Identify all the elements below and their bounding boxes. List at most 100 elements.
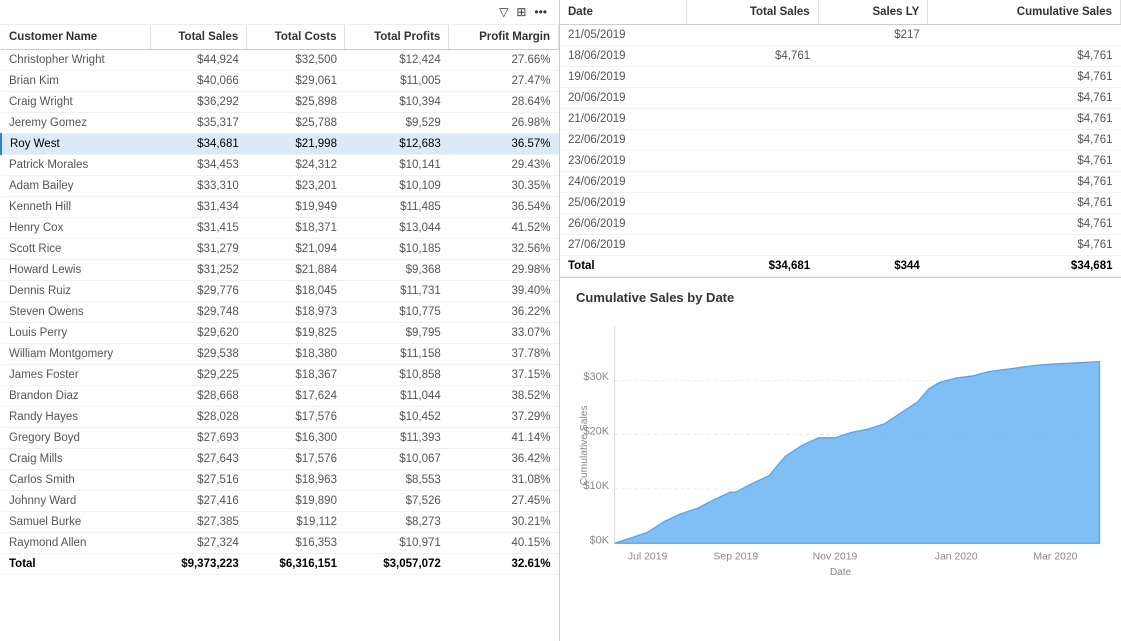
total-profits-cell: $9,529 (345, 113, 449, 134)
total-costs-cell: $18,973 (247, 302, 345, 323)
table-row[interactable]: James Foster$29,225$18,367$10,85837.15% (1, 365, 559, 386)
more-icon[interactable]: ••• (530, 3, 551, 21)
cum-sales-cell: $4,761 (928, 214, 1121, 235)
table-row[interactable]: Raymond Allen$27,324$16,353$10,97140.15% (1, 533, 559, 554)
table-row[interactable]: Dennis Ruiz$29,776$18,045$11,73139.40% (1, 281, 559, 302)
svg-text:Jan 2020: Jan 2020 (935, 552, 978, 563)
profit-margin-cell: 32.56% (449, 239, 559, 260)
total-sales-cell: $29,538 (151, 344, 247, 365)
table-row[interactable]: 20/06/2019$4,761 (560, 88, 1121, 109)
cum-sales-cell: $4,761 (928, 109, 1121, 130)
customer-name-cell: Raymond Allen (1, 533, 151, 554)
right-total-cell: $34,681 (928, 256, 1121, 277)
total-sales-cell: $34,681 (151, 134, 247, 155)
cum-sales-cell: $4,761 (928, 151, 1121, 172)
table-row[interactable]: Carlos Smith$27,516$18,963$8,55331.08% (1, 470, 559, 491)
right-total-cell: $34,681 (686, 256, 818, 277)
table-row[interactable]: 21/06/2019$4,761 (560, 109, 1121, 130)
total-costs-cell: $21,884 (247, 260, 345, 281)
total-sales-cell: $33,310 (151, 176, 247, 197)
grid-icon[interactable]: ⊞ (512, 3, 530, 21)
left-table-wrapper[interactable]: Customer Name Total Sales Total Costs To… (0, 25, 559, 641)
table-row[interactable]: 19/06/2019$4,761 (560, 67, 1121, 88)
col-total-costs[interactable]: Total Costs (247, 25, 345, 50)
table-row[interactable]: 22/06/2019$4,761 (560, 130, 1121, 151)
total-row: Total$9,373,223$6,316,151$3,057,07232.61… (1, 554, 559, 575)
table-row[interactable]: Kenneth Hill$31,434$19,949$11,48536.54% (1, 197, 559, 218)
table-row[interactable]: 18/06/2019$4,761$4,761 (560, 46, 1121, 67)
table-row[interactable]: Gregory Boyd$27,693$16,300$11,39341.14% (1, 428, 559, 449)
col-total-sales[interactable]: Total Sales (151, 25, 247, 50)
total-profits-cell: $9,795 (345, 323, 449, 344)
total-profits-cell: $7,526 (345, 491, 449, 512)
table-row[interactable]: 23/06/2019 $4,761 (560, 151, 1121, 172)
table-row[interactable]: 25/06/2019$4,761 (560, 193, 1121, 214)
total-costs-cell: $18,045 (247, 281, 345, 302)
table-row[interactable]: Howard Lewis$31,252$21,884$9,36829.98% (1, 260, 559, 281)
total-sales-cell: $27,516 (151, 470, 247, 491)
table-row[interactable]: Craig Mills$27,643$17,576$10,06736.42% (1, 449, 559, 470)
table-row[interactable]: Steven Owens$29,748$18,973$10,77536.22% (1, 302, 559, 323)
table-row[interactable]: Jeremy Gomez$35,317$25,788$9,52926.98% (1, 113, 559, 134)
table-row[interactable]: 26/06/2019$4,761 (560, 214, 1121, 235)
total-sales-cell: $40,066 (151, 71, 247, 92)
table-row[interactable]: Scott Rice$31,279$21,094$10,18532.56% (1, 239, 559, 260)
table-row[interactable]: Samuel Burke$27,385$19,112$8,27330.21% (1, 512, 559, 533)
profit-margin-cell: 33.07% (449, 323, 559, 344)
filter-icon[interactable]: ▽ (495, 3, 512, 21)
total-sales-cell: $29,748 (151, 302, 247, 323)
table-row[interactable]: Patrick Morales$34,453$24,312$10,14129.4… (1, 155, 559, 176)
total-profits-cell: $12,424 (345, 50, 449, 71)
table-row[interactable]: 27/06/2019$4,761 (560, 235, 1121, 256)
sales-cell (686, 109, 818, 130)
right-top-table-wrapper[interactable]: Date Total Sales Sales LY Cumulative Sal… (560, 0, 1121, 278)
sales-ly-cell (818, 109, 928, 130)
col-customer-name[interactable]: Customer Name (1, 25, 151, 50)
total-costs-cell: $19,890 (247, 491, 345, 512)
sales-ly-cell (818, 46, 928, 67)
table-row[interactable]: Christopher Wright$44,924$32,500$12,4242… (1, 50, 559, 71)
table-row[interactable]: Craig Wright$36,292$25,898$10,39428.64% (1, 92, 559, 113)
col-right-total-sales[interactable]: Total Sales (686, 0, 818, 25)
table-row[interactable]: 24/06/2019$4,761 (560, 172, 1121, 193)
profit-margin-cell: 40.15% (449, 533, 559, 554)
table-row[interactable]: Adam Bailey$33,310$23,201$10,10930.35% (1, 176, 559, 197)
table-row[interactable]: William Montgomery$29,538$18,380$11,1583… (1, 344, 559, 365)
table-row[interactable]: Johnny Ward$27,416$19,890$7,52627.45% (1, 491, 559, 512)
total-profits-cell: $11,044 (345, 386, 449, 407)
total-costs-cell: $23,201 (247, 176, 345, 197)
profit-margin-cell: 41.52% (449, 218, 559, 239)
profit-margin-cell: 36.54% (449, 197, 559, 218)
total-profits-cell: $10,971 (345, 533, 449, 554)
right-total-cell: $344 (818, 256, 928, 277)
total-costs-cell: $18,963 (247, 470, 345, 491)
col-total-profits[interactable]: Total Profits (345, 25, 449, 50)
col-date[interactable]: Date (560, 0, 686, 25)
table-row[interactable]: Brian Kim$40,066$29,061$11,00527.47% (1, 71, 559, 92)
sales-cell (686, 130, 818, 151)
table-row[interactable]: Randy Hayes$28,028$17,576$10,45237.29% (1, 407, 559, 428)
profit-margin-cell: 30.35% (449, 176, 559, 197)
cum-sales-cell: $4,761 (928, 88, 1121, 109)
sales-cell (686, 151, 818, 172)
sales-ly-cell (818, 88, 928, 109)
customer-name-cell: Steven Owens (1, 302, 151, 323)
customer-name-cell: William Montgomery (1, 344, 151, 365)
table-row[interactable]: Brandon Diaz$28,668$17,624$11,04438.52% (1, 386, 559, 407)
total-sales-cell: $29,620 (151, 323, 247, 344)
table-row[interactable]: Henry Cox$31,415$18,371$13,04441.52% (1, 218, 559, 239)
total-costs-cell: $17,576 (247, 449, 345, 470)
table-row[interactable]: Roy West$34,681$21,998$12,68336.57% (1, 134, 559, 155)
col-profit-margin[interactable]: Profit Margin (449, 25, 559, 50)
total-profits-cell: $8,273 (345, 512, 449, 533)
total-costs-cell: $17,624 (247, 386, 345, 407)
total-profits-cell: $10,141 (345, 155, 449, 176)
customer-name-cell: Craig Wright (1, 92, 151, 113)
col-cumulative-sales[interactable]: Cumulative Sales (928, 0, 1121, 25)
col-sales-ly[interactable]: Sales LY (818, 0, 928, 25)
table-row[interactable]: 21/05/2019$217 (560, 25, 1121, 46)
total-costs-cell: $16,353 (247, 533, 345, 554)
total-profits-cell: $11,158 (345, 344, 449, 365)
date-cell: 23/06/2019 (560, 151, 686, 172)
table-row[interactable]: Louis Perry$29,620$19,825$9,79533.07% (1, 323, 559, 344)
